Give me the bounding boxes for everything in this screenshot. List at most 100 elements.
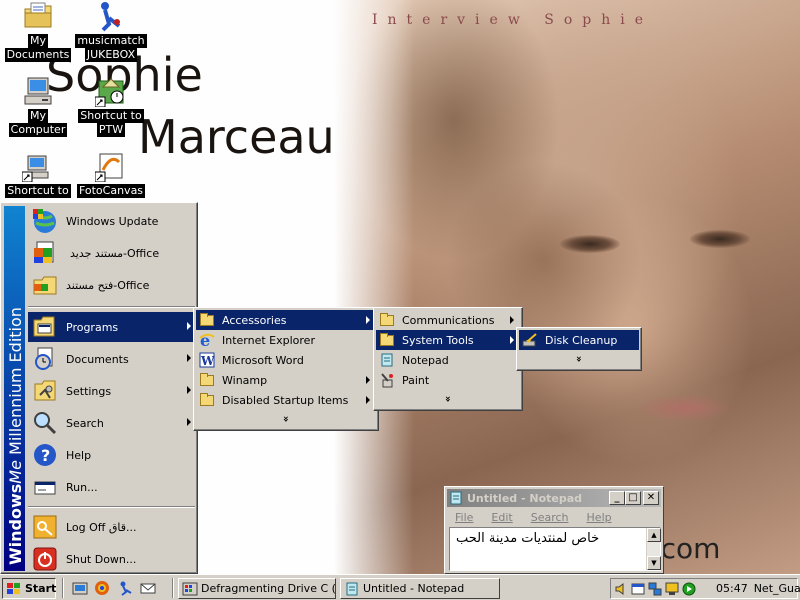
start-item-label: Run... <box>66 480 98 494</box>
notepad-icon <box>449 491 463 505</box>
menu-item-communications[interactable]: Communications <box>376 310 520 330</box>
start-item-run[interactable]: Run... <box>28 472 196 502</box>
office-new-icon <box>32 240 58 266</box>
close-button[interactable]: ✕ <box>643 491 659 505</box>
wallpaper-name-last: Marceau <box>138 110 335 164</box>
menu-edit[interactable]: Edit <box>491 511 512 524</box>
desktop-icon-label: PTW <box>96 123 126 137</box>
quicklaunch-email-icon[interactable] <box>140 580 156 596</box>
menu-item-notepad[interactable]: Notepad <box>376 350 520 370</box>
notepad-menu-bar: File Edit Search Help <box>447 508 661 526</box>
start-item-office-new[interactable]: مستند جديد-Office <box>28 238 196 268</box>
menu-search[interactable]: Search <box>531 511 569 524</box>
start-item-label: Windows Update <box>66 214 159 228</box>
programs-icon <box>32 314 58 340</box>
start-item-label: مستند جديد-Office <box>70 246 160 260</box>
folder-documents-icon <box>22 0 54 32</box>
shortcut-icon <box>21 150 54 183</box>
start-button[interactable]: Start <box>2 578 56 599</box>
quicklaunch-musicmatch-icon[interactable] <box>118 580 134 596</box>
minimize-button[interactable]: _ <box>609 491 625 505</box>
documents-icon <box>32 346 58 372</box>
scroll-down-button[interactable]: ▼ <box>647 556 661 570</box>
start-item-label: Documents <box>66 352 129 366</box>
system-tools-submenu: Disk Cleanup » <box>516 327 642 371</box>
menu-item-internet-explorer[interactable]: e Internet Explorer <box>196 330 376 350</box>
start-item-label: Help <box>66 448 92 462</box>
desktop-icon-my-computer[interactable]: My Computer <box>0 75 76 137</box>
chevron-right-icon <box>187 386 191 394</box>
search-icon <box>32 410 58 436</box>
start-label: Start <box>25 582 57 595</box>
taskbar-task-label: Defragmenting Drive C (p... <box>201 582 336 595</box>
ptw-shortcut-icon <box>94 75 127 108</box>
chevron-right-icon <box>187 354 191 362</box>
start-menu-separator <box>28 506 195 508</box>
maximize-button[interactable]: □ <box>625 491 641 505</box>
menu-item-winamp[interactable]: Winamp <box>196 370 376 390</box>
menu-file[interactable]: File <box>455 511 473 524</box>
notepad-title-bar[interactable]: Untitled - Notepad _ □ ✕ <box>447 489 661 507</box>
taskbar-task-notepad[interactable]: Untitled - Notepad <box>340 578 500 599</box>
chevron-right-icon <box>187 418 191 426</box>
scheduler-icon[interactable] <box>631 582 645 596</box>
notepad-text: خاص لمنتديات مدينة الحب <box>456 531 600 546</box>
clock[interactable]: 05:47 <box>716 582 748 595</box>
start-item-shut-down[interactable]: Shut Down... <box>28 544 196 574</box>
shut-down-icon <box>32 546 58 572</box>
computer-icon <box>22 75 54 107</box>
desktop-icon-shortcut[interactable]: Shortcut to <box>0 150 76 198</box>
menu-item-microsoft-word[interactable]: W Microsoft Word <box>196 350 376 370</box>
menu-item-disk-cleanup[interactable]: Disk Cleanup <box>519 330 639 350</box>
menu-item-disabled-startup-items[interactable]: Disabled Startup Items <box>196 390 376 410</box>
vertical-scrollbar[interactable]: ▲ ▼ <box>646 528 661 570</box>
expand-chevron-icon[interactable]: » <box>573 354 584 364</box>
start-menu-separator <box>28 306 195 308</box>
taskbar-task-defrag[interactable]: Defragmenting Drive C (p... <box>178 578 336 599</box>
internet-explorer-icon: e <box>199 331 215 350</box>
chevron-right-icon <box>366 396 370 404</box>
quicklaunch-desktop-icon[interactable] <box>72 580 88 596</box>
banner-edition: Millennium Edition <box>6 307 25 455</box>
menu-item-label: Communications <box>402 313 495 327</box>
monitor-icon[interactable] <box>665 582 679 596</box>
desktop-icon-ptw-shortcut[interactable]: Shortcut to PTW <box>73 75 149 137</box>
expand-chevron-icon[interactable]: » <box>442 394 453 404</box>
start-item-help[interactable]: ? Help <box>28 440 196 470</box>
folder-icon <box>379 332 395 348</box>
desktop-icon-label: FotoCanvas <box>76 184 146 198</box>
menu-item-accessories[interactable]: Accessories <box>196 310 376 330</box>
menu-help[interactable]: Help <box>587 511 612 524</box>
wallpaper-fade <box>334 0 414 574</box>
menu-item-paint[interactable]: Paint <box>376 370 520 390</box>
menu-item-label: Paint <box>402 373 430 387</box>
network-icon[interactable] <box>648 582 662 596</box>
paint-icon <box>379 372 395 388</box>
minimize-icon: _ <box>614 492 620 503</box>
quicklaunch-browser-icon[interactable] <box>94 580 110 596</box>
media-icon[interactable] <box>682 582 696 596</box>
scroll-up-button[interactable]: ▲ <box>647 528 661 542</box>
start-item-log-off[interactable]: Log Off قاق... <box>28 512 196 542</box>
start-item-label: Shut Down... <box>66 552 137 566</box>
volume-icon[interactable] <box>614 582 628 596</box>
word-icon: W <box>199 352 215 368</box>
menu-item-label: Winamp <box>222 373 268 387</box>
start-item-programs[interactable]: Programs <box>28 312 196 342</box>
menu-item-label: Internet Explorer <box>222 333 315 347</box>
start-item-search[interactable]: Search <box>28 408 196 438</box>
chevron-right-icon <box>366 376 370 384</box>
desktop-icon-musicmatch[interactable]: musicmatch JUKEBOX <box>73 0 149 62</box>
chevron-right-icon <box>510 316 514 324</box>
defrag-icon <box>182 581 198 597</box>
notepad-text-area[interactable]: خاص لمنتديات مدينة الحب ▲ ▼ <box>449 527 661 571</box>
start-item-documents[interactable]: Documents <box>28 344 196 374</box>
start-item-windows-update[interactable]: Windows Update <box>28 206 196 236</box>
start-item-office-open[interactable]: فتح مستند-Office <box>28 270 196 300</box>
start-item-settings[interactable]: Settings <box>28 376 196 406</box>
desktop-icon-fotocanvas[interactable]: FotoCanvas <box>73 150 149 198</box>
desktop-icon-my-documents[interactable]: My Documents <box>0 0 76 62</box>
expand-chevron-icon[interactable]: » <box>280 414 291 424</box>
menu-item-system-tools[interactable]: System Tools <box>376 330 520 350</box>
taskbar-task-label: Untitled - Notepad <box>363 582 465 595</box>
